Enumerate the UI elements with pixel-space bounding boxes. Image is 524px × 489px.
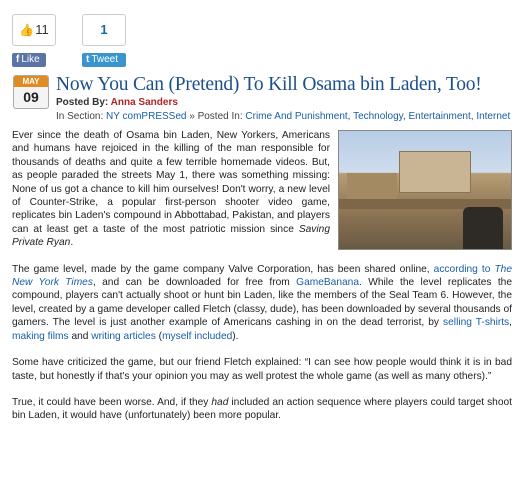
myself-link[interactable]: myself included <box>162 331 232 342</box>
paragraph-2: The game level, made by the game company… <box>12 263 512 342</box>
tweet-count: 1 <box>82 14 126 46</box>
twitter-icon: t <box>86 54 90 65</box>
tshirts-link[interactable]: selling T-shirts <box>443 317 509 328</box>
category-link-entertainment[interactable]: Entertainment <box>408 111 470 122</box>
author-link[interactable]: Anna Sanders <box>111 97 178 108</box>
facebook-icon: f <box>16 54 20 65</box>
post-date-badge: MAY 09 <box>13 75 49 109</box>
gamebanana-link[interactable]: GameBanana <box>296 277 359 288</box>
thumbs-up-icon: 👍 <box>19 23 35 37</box>
section-link[interactable]: NY comPRESSed <box>106 111 186 122</box>
paragraph-1: Ever since the death of Osama bin Laden,… <box>12 129 512 250</box>
post-date-month: MAY <box>14 76 48 87</box>
article-image[interactable] <box>338 130 512 250</box>
category-link-technology[interactable]: Technology <box>353 111 403 122</box>
post-title[interactable]: Now You Can (Pretend) To Kill Osama bin … <box>56 74 482 96</box>
facebook-like-count: 👍11 <box>12 14 56 46</box>
post-meta: In Section: NY comPRESSed » Posted In: C… <box>56 111 511 122</box>
tweet-button[interactable]: t Tweet <box>82 53 126 67</box>
paragraph-4: True, it could have been worse. And, if … <box>12 396 512 422</box>
byline: Posted By: Anna Sanders <box>56 97 178 108</box>
category-link-internet[interactable]: Internet <box>476 111 510 122</box>
films-link[interactable]: making films <box>12 331 69 342</box>
paragraph-3: Some have criticized the game, but our f… <box>12 357 512 382</box>
facebook-like-button[interactable]: f Like <box>12 53 46 67</box>
article-body: Ever since the death of Osama bin Laden,… <box>12 129 512 436</box>
category-link-crime[interactable]: Crime And Punishment <box>245 111 347 122</box>
articles-link[interactable]: writing articles <box>91 331 156 342</box>
post-date-day: 09 <box>23 89 39 105</box>
